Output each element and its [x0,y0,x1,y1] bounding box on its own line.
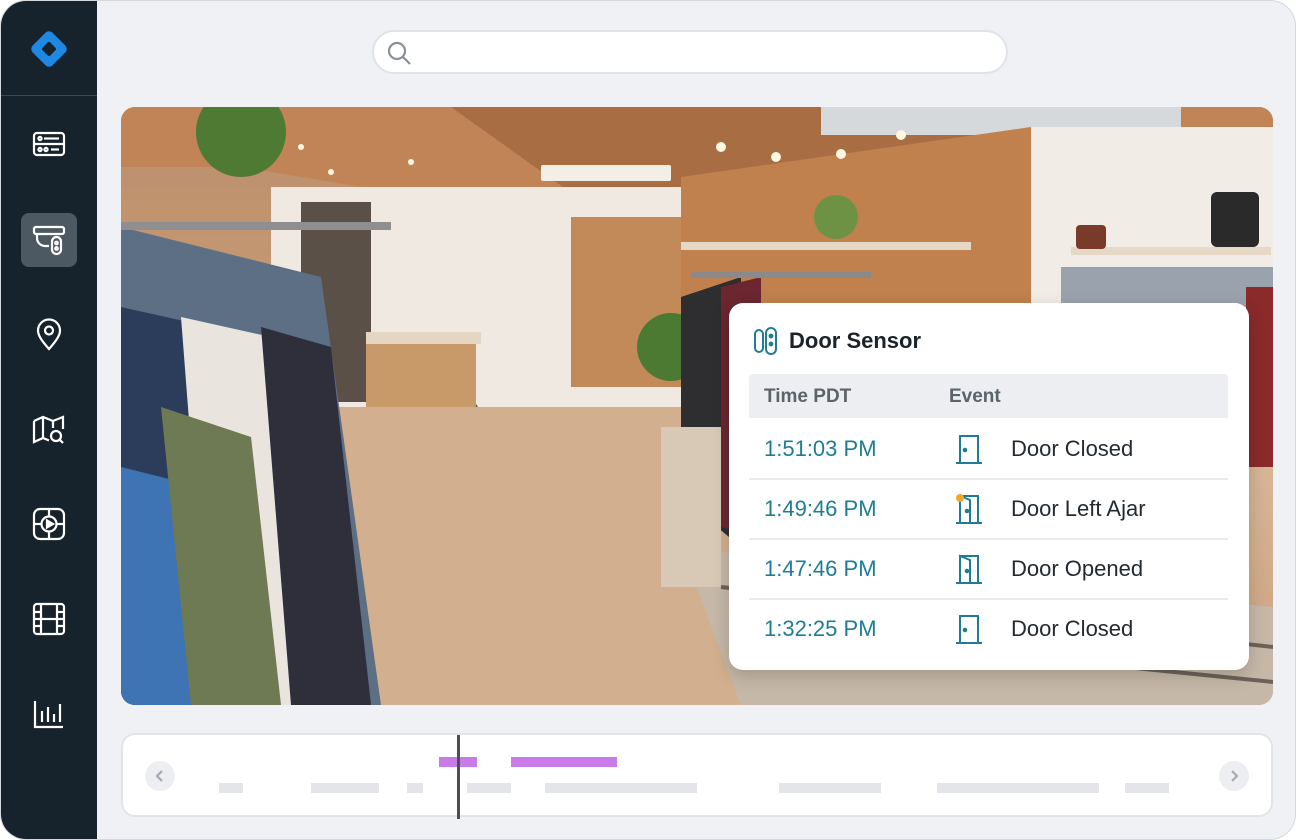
event-time: 1:49:46 PM [764,496,877,521]
map-search-icon [32,415,65,444]
nav-cameras-sensors[interactable] [21,213,77,267]
timeline-marker [467,783,511,793]
event-label: Door Closed [1011,436,1134,461]
search-input[interactable] [420,38,984,68]
column-time: Time PDT [764,386,852,407]
nav-video-playback[interactable] [21,497,77,551]
nav-locations[interactable] [21,308,77,362]
card-header: Door Sensor [753,325,921,357]
dashboard-icon [32,131,66,157]
timeline-next-button[interactable] [1219,761,1249,791]
event-time: 1:47:46 PM [764,556,877,581]
door-sensor-icon [754,327,777,355]
timeline-marker [311,783,379,793]
events-table-header: Time PDT Event [749,374,1228,418]
table-row[interactable]: 1:51:03 PM Door Closed [749,419,1228,480]
door-closed-icon [956,615,982,644]
door-sensor-card: Door Sensor Time PDT Event 1:51:03 PM Do… [729,303,1249,670]
video-playback-icon [32,507,66,541]
timeline-playhead[interactable] [457,735,460,819]
event-time: 1:32:25 PM [764,616,877,641]
event-label: Door Opened [1011,556,1144,581]
timeline-marker [937,783,1099,793]
event-label: Door Closed [1011,616,1134,641]
report-chart-icon [33,701,63,729]
door-closed-icon [956,435,982,464]
camera-sensor-icon [32,225,66,256]
search-bar [372,30,1008,74]
nav-dashboard[interactable] [21,117,77,171]
column-event: Event [949,386,1001,407]
film-icon [32,602,66,636]
timeline-marker [219,783,243,793]
table-row[interactable]: 1:32:25 PM Door Closed [749,599,1228,658]
table-row[interactable]: 1:49:46 PM Door Left Ajar [749,479,1228,540]
event-time: 1:51:03 PM [764,436,877,461]
door-open-icon [956,554,982,584]
nav-reports[interactable] [21,687,77,741]
chevron-left-icon [155,770,163,782]
timeline-prev-button[interactable] [145,761,175,791]
timeline-marker [1125,783,1169,793]
logo-icon[interactable] [26,26,72,72]
app-window: Door Sensor Time PDT Event 1:51:03 PM Do… [0,0,1296,840]
card-title: Door Sensor [789,328,922,353]
door-ajar-alert-icon [956,494,982,524]
timeline-event-segment[interactable] [511,757,617,767]
video-timeline[interactable] [121,733,1273,819]
sidebar [1,1,97,839]
table-row[interactable]: 1:47:46 PM Door Opened [749,539,1228,600]
nav-map-search[interactable] [21,403,77,457]
chevron-right-icon [1231,770,1239,782]
search-icon [387,41,411,65]
timeline-marker [545,783,697,793]
logo-area [1,1,97,96]
nav-film[interactable] [21,592,77,646]
timeline-marker [407,783,423,793]
event-label: Door Left Ajar [1011,496,1146,521]
timeline-marker [779,783,881,793]
location-pin-icon [36,318,62,351]
